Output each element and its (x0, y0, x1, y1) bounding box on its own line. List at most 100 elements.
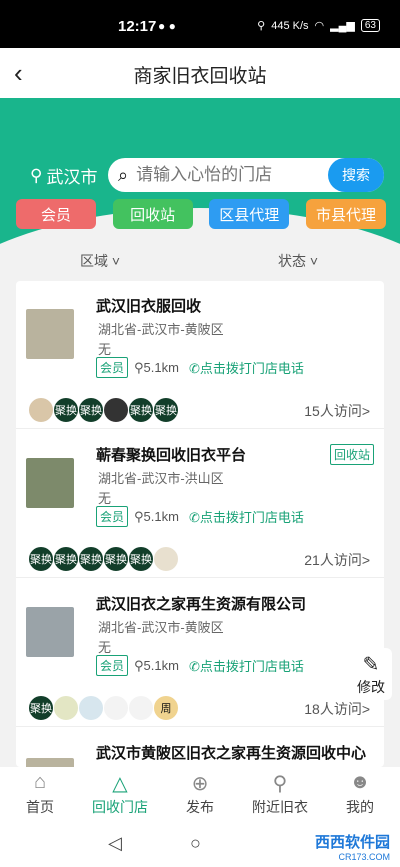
visit-count[interactable]: 18人访问> (304, 699, 370, 719)
avatar: 聚换 (78, 546, 104, 572)
avatar: 聚换 (78, 397, 104, 423)
clock: 12:17 (118, 18, 157, 35)
distance-value: 5.1km (143, 657, 179, 673)
phone-icon: ✆ (188, 510, 200, 525)
avatar (53, 695, 79, 721)
category-city-agent-button[interactable]: 市县代理 (305, 199, 386, 229)
member-badge: 会员 (96, 506, 129, 527)
distance: ⚲5.1km (134, 360, 179, 376)
category-member-button[interactable]: 会员 (16, 199, 96, 229)
system-nav-bar: ◁ ○ 西西软件园 CR173.COM (0, 823, 400, 867)
city-selector[interactable]: ⚲ 武汉市 (30, 163, 97, 188)
pin-icon: ⚲ (134, 657, 144, 673)
visit-count[interactable]: 15人访问> (304, 401, 370, 421)
tab-publish[interactable]: ⊕ 发布 (160, 767, 240, 823)
status-filter-label: 状态 (278, 253, 306, 269)
store-name: 武汉市黄陂区旧衣之家再生资源回收中心 (96, 745, 367, 762)
page-title: 商家旧衣回收站 (133, 66, 267, 87)
watermark: 西西软件园 CR173.COM (315, 831, 390, 862)
store-address: 湖北省-武汉市-洪山区 (98, 471, 224, 486)
edit-button[interactable]: ✎ 修改 (350, 648, 392, 700)
search-bar: ⌕ 搜索 (108, 158, 384, 192)
tab-label: 回收门店 (92, 799, 148, 815)
wifi-icon: ◠ (314, 20, 325, 32)
avatar (128, 695, 154, 721)
bottom-tab-bar: ⌂ 首页 △ 回收门店 ⊕ 发布 ⚲ 附近旧衣 ☻ 我的 (0, 767, 400, 823)
tab-label: 首页 (26, 799, 54, 815)
pin-icon: ⚲ (30, 165, 43, 185)
store-name: 蕲春聚换回收旧衣平台 (96, 447, 247, 464)
recycle-icon: △ (112, 773, 128, 795)
distance-value: 5.1km (143, 508, 179, 524)
avatar (103, 397, 129, 423)
visitor-avatars: 聚换 周 (28, 695, 179, 721)
store-thumbnail (26, 758, 74, 767)
store-card[interactable]: 武汉旧衣之家再生资源有限公司 湖北省-武汉市-黄陂区 无 会员 ⚲5.1km ✆… (16, 579, 384, 727)
store-thumbnail (26, 458, 74, 508)
tab-label: 附近旧衣 (252, 799, 308, 815)
search-icon: ⌕ (118, 164, 129, 185)
search-input[interactable] (136, 165, 307, 185)
signal-icon: ▂▄▆ (330, 20, 355, 32)
search-button[interactable]: 搜索 (328, 158, 384, 192)
avatar (103, 695, 129, 721)
region-filter[interactable]: 区域 ˅ (80, 251, 120, 271)
edit-label: 修改 (357, 679, 385, 695)
city-name: 武汉市 (46, 168, 98, 187)
avatar: 聚换 (28, 546, 54, 572)
distance: ⚲5.1km (134, 509, 179, 525)
avatar: 聚换 (153, 397, 179, 423)
avatar: 聚换 (53, 397, 79, 423)
category-district-agent-button[interactable]: 区县代理 (209, 199, 290, 229)
store-extra: 无 (98, 491, 112, 506)
location-icon: ⚲ (272, 773, 288, 795)
store-meta: 会员 ⚲5.1km ✆点击拨打门店电话 (96, 655, 304, 676)
avatar: 周 (153, 695, 179, 721)
tab-nearby[interactable]: ⚲ 附近旧衣 (240, 767, 320, 823)
store-card[interactable]: 蕲春聚换回收旧衣平台 回收站 湖北省-武汉市-洪山区 无 会员 ⚲5.1km ✆… (16, 430, 384, 578)
store-meta: 会员 ⚲5.1km ✆点击拨打门店电话 (96, 357, 304, 378)
call-store-link[interactable]: ✆点击拨打门店电话 (189, 507, 304, 526)
status-filter[interactable]: 状态 ˅ (278, 251, 318, 271)
visit-count[interactable]: 21人访问> (304, 550, 370, 570)
store-address: 湖北省-武汉市-黄陂区 (98, 322, 224, 337)
tab-mine[interactable]: ☻ 我的 (320, 767, 400, 823)
tab-recycle-stores[interactable]: △ 回收门店 (80, 767, 160, 823)
system-home-icon[interactable]: ○ (190, 833, 201, 854)
member-badge: 会员 (96, 357, 129, 378)
user-icon: ☻ (349, 771, 371, 793)
visitor-avatars: 聚换 聚换 聚换 聚换 (28, 397, 179, 423)
avatar: 聚换 (128, 546, 154, 572)
category-recycle-station-button[interactable]: 回收站 (112, 199, 193, 229)
notification-icons: ● ● (158, 19, 176, 33)
net-speed: 445 K/s (271, 19, 309, 32)
member-badge: 会员 (96, 655, 129, 676)
avatar: 聚换 (28, 695, 54, 721)
watermark-text: 西西软件园 (314, 834, 390, 851)
store-thumbnail (26, 309, 74, 359)
distance-value: 5.1km (143, 359, 179, 375)
avatar: 聚换 (128, 397, 154, 423)
call-store-link[interactable]: ✆点击拨打门店电话 (189, 656, 304, 675)
distance: ⚲5.1km (134, 658, 179, 674)
store-thumbnail (26, 607, 74, 657)
tab-home[interactable]: ⌂ 首页 (0, 767, 80, 823)
tab-label: 我的 (346, 799, 374, 815)
location-status-icon: ⚲ (257, 20, 266, 32)
region-filter-label: 区域 (80, 253, 108, 269)
battery-indicator: 63 (360, 19, 380, 32)
call-store-link[interactable]: ✆点击拨打门店电话 (189, 358, 304, 377)
store-meta: 会员 ⚲5.1km ✆点击拨打门店电话 (96, 506, 304, 527)
store-extra: 无 (98, 342, 112, 357)
store-card[interactable]: 武汉旧衣服回收 湖北省-武汉市-黄陂区 无 会员 ⚲5.1km ✆点击拨打门店电… (16, 281, 384, 429)
top-nav: ‹ 商家旧衣回收站 (0, 48, 400, 98)
store-list: 武汉旧衣服回收 湖北省-武汉市-黄陂区 无 会员 ⚲5.1km ✆点击拨打门店电… (16, 281, 384, 767)
store-name: 武汉旧衣之家再生资源有限公司 (96, 596, 307, 613)
watermark-sub: CR173.COM (338, 852, 390, 862)
avatar (28, 397, 54, 423)
phone-icon: ✆ (188, 361, 200, 376)
call-label: 点击拨打门店电话 (199, 659, 304, 674)
avatar (153, 546, 179, 572)
system-back-icon[interactable]: ◁ (108, 833, 122, 854)
store-card[interactable]: 武汉市黄陂区旧衣之家再生资源回收中心 (16, 728, 384, 767)
